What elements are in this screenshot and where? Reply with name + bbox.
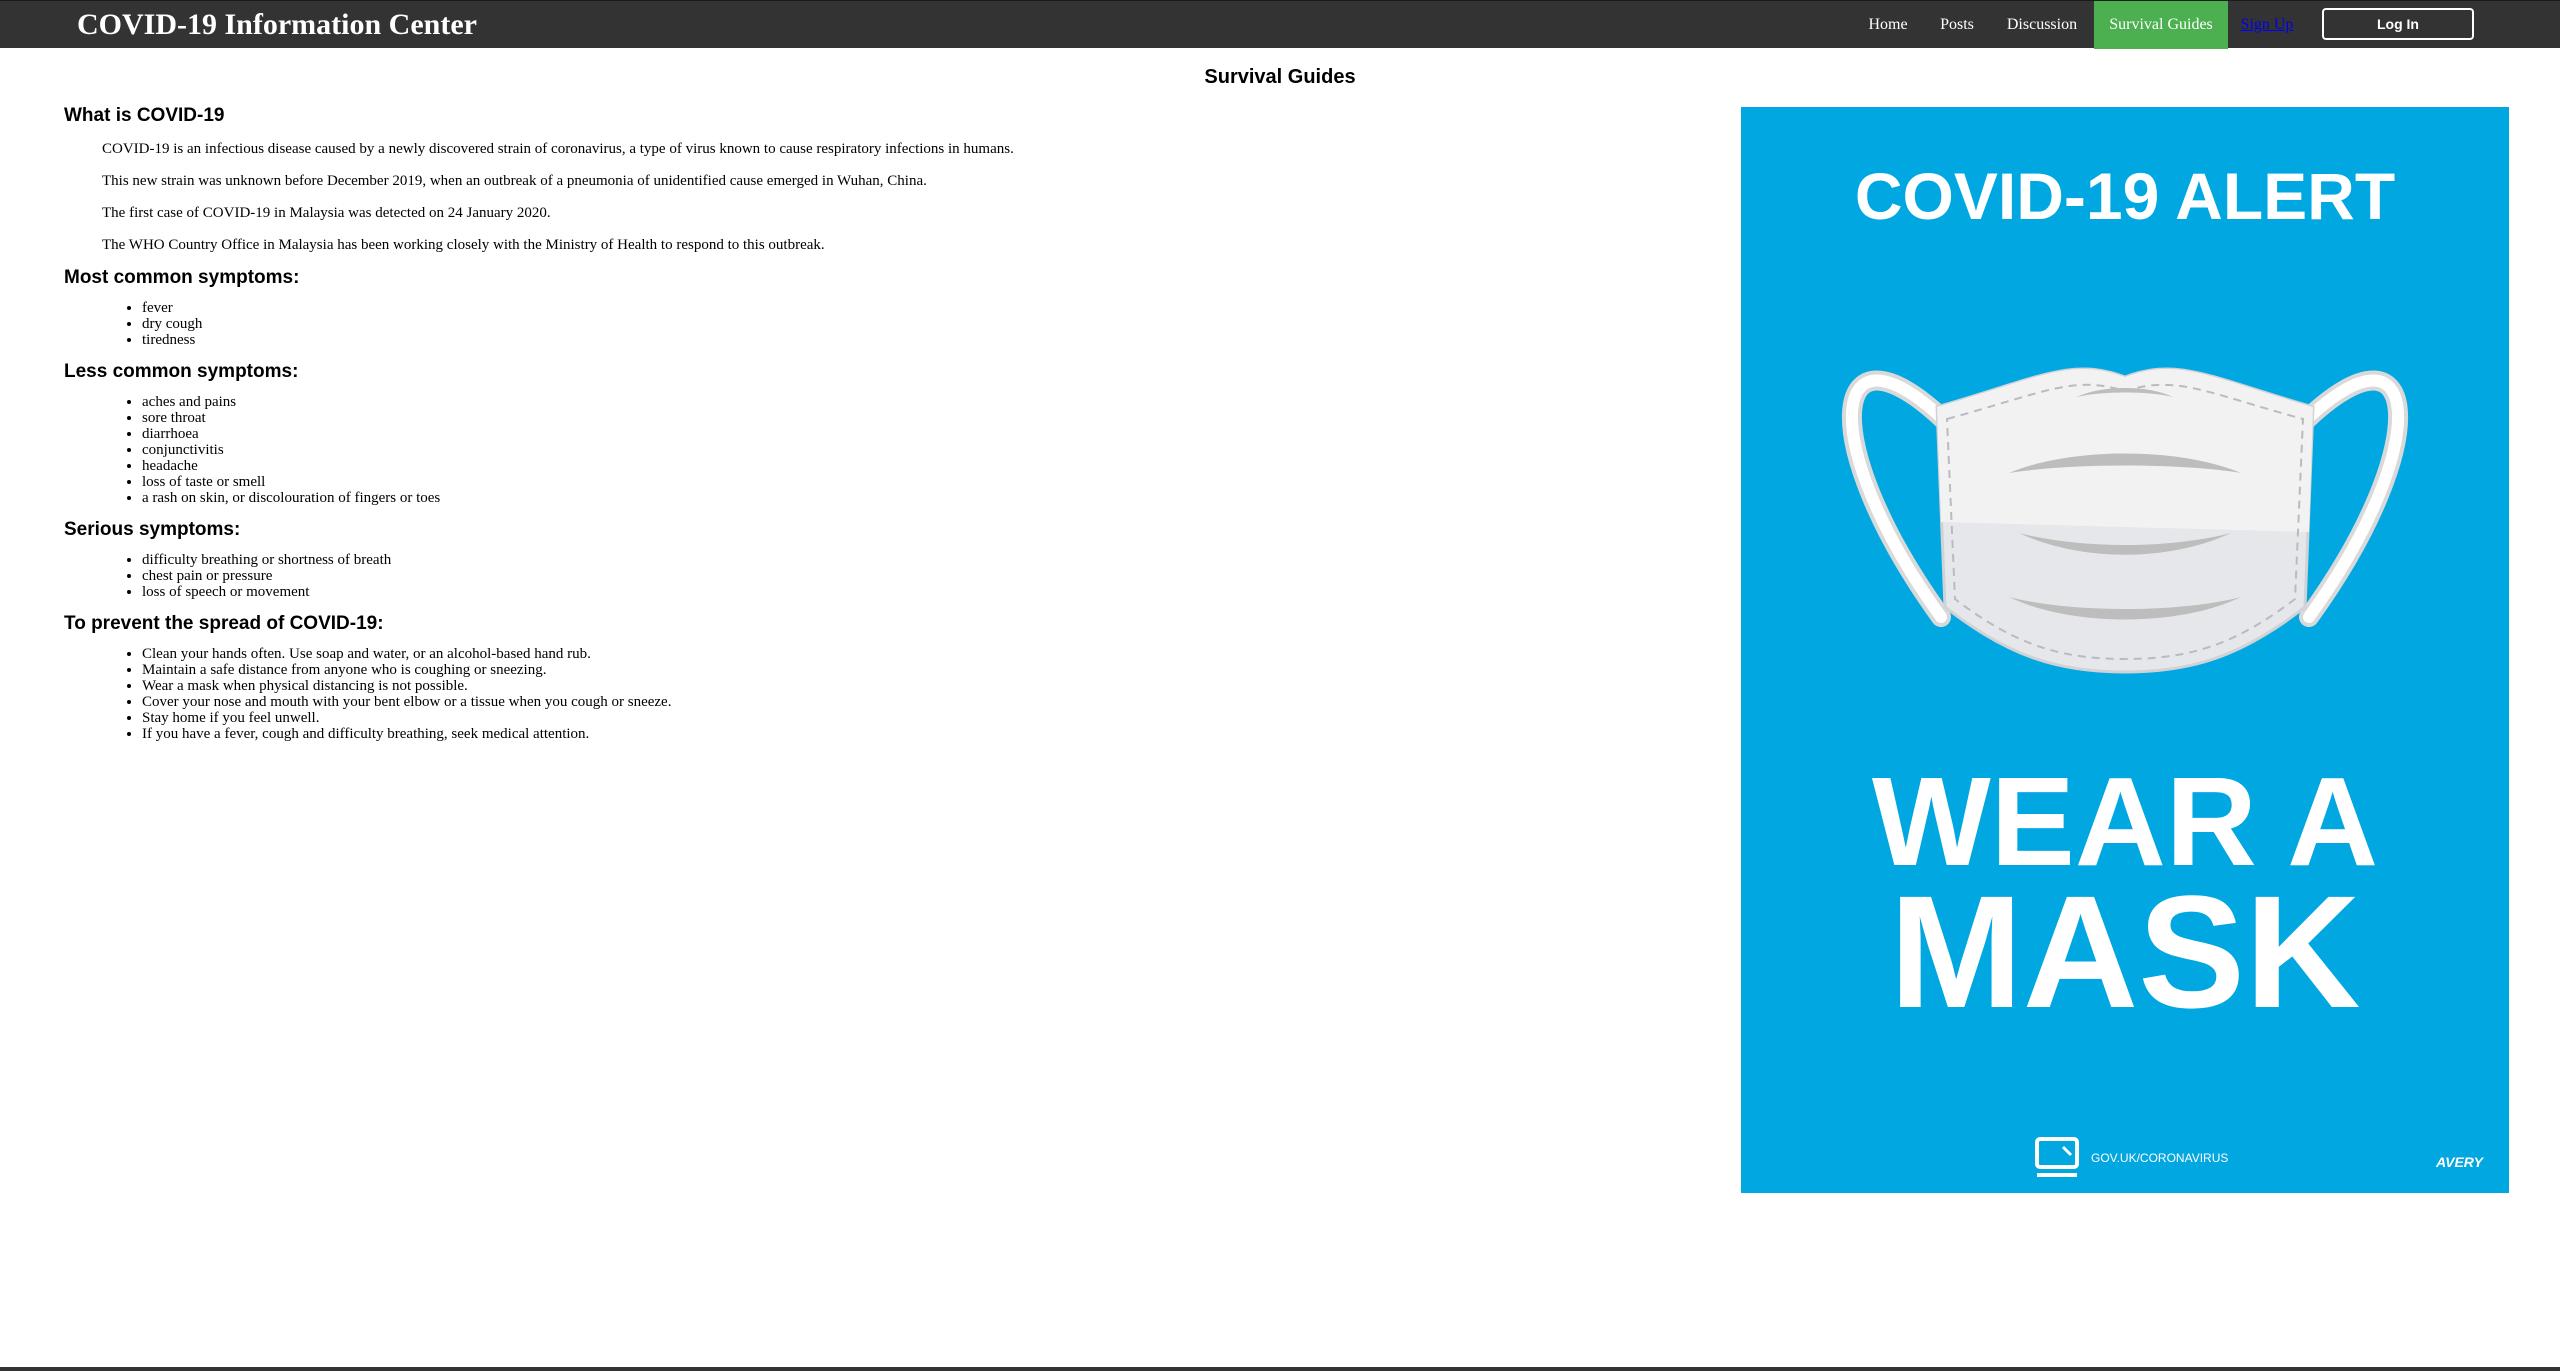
nav-discussion-link[interactable]: Discussion xyxy=(1990,1,2094,49)
list-item: loss of speech or movement xyxy=(142,584,1664,600)
list-item: difficulty breathing or shortness of bre… xyxy=(142,552,1664,568)
paragraph: The first case of COVID-19 in Malaysia w… xyxy=(102,205,551,221)
poster-artwork: COVID-19 ALERT WEAR A MASK GOV.UK/CORONA… xyxy=(1841,159,2485,1177)
section-heading-less-common-symptoms: Less common symptoms: xyxy=(64,361,299,382)
list-item: Stay home if you feel unwell. xyxy=(142,710,1664,726)
section-heading-common-symptoms: Most common symptoms: xyxy=(64,267,300,288)
poster-alert-title: COVID-19 ALERT xyxy=(1855,159,2395,233)
list-item: chest pain or pressure xyxy=(142,568,1664,584)
list-item: diarrhoea xyxy=(142,426,1664,442)
list-item: headache xyxy=(142,458,1664,474)
list-item: a rash on skin, or discolouration of fin… xyxy=(142,490,1664,506)
list-item: Maintain a safe distance from anyone who… xyxy=(142,662,1664,678)
wear-a-mask-poster: COVID-19 ALERT WEAR A MASK GOV.UK/CORONA… xyxy=(1741,107,2509,1193)
section-heading-prevention: To prevent the spread of COVID-19: xyxy=(64,613,384,634)
nav-posts-link[interactable]: Posts xyxy=(1924,1,1990,49)
avery-logo: AVERY xyxy=(2435,1154,2485,1170)
list-item: dry cough xyxy=(142,316,1664,332)
poster-url: GOV.UK/CORONAVIRUS xyxy=(2091,1151,2228,1165)
log-in-button[interactable]: Log In xyxy=(2322,8,2474,40)
nav-sign-up-link[interactable]: Sign Up xyxy=(2228,1,2306,49)
bottom-edge xyxy=(0,1367,2560,1371)
prevention-list: Clean your hands often. Use soap and wat… xyxy=(64,646,1664,742)
page-title: Survival Guides xyxy=(1204,66,1356,88)
list-item: loss of taste or smell xyxy=(142,474,1664,490)
serious-symptoms-list: difficulty breathing or shortness of bre… xyxy=(64,552,1664,600)
top-navigation-bar: COVID-19 Information Center Home Posts D… xyxy=(0,0,2560,49)
less-common-symptoms-list: aches and pains sore throat diarrhoea co… xyxy=(64,394,1664,506)
paragraph: This new strain was unknown before Decem… xyxy=(102,173,927,189)
common-symptoms-list: fever dry cough tiredness xyxy=(64,300,1664,348)
list-item: aches and pains xyxy=(142,394,1664,410)
list-item: Cover your nose and mouth with your bent… xyxy=(142,694,1664,710)
list-item: fever xyxy=(142,300,1664,316)
paragraph: The WHO Country Office in Malaysia has b… xyxy=(102,237,825,253)
guide-content: What is COVID-19 COVID-19 is an infectio… xyxy=(64,104,1664,742)
paragraph: COVID-19 is an infectious disease caused… xyxy=(102,141,1014,157)
list-item: If you have a fever, cough and difficult… xyxy=(142,726,1664,742)
section-heading-serious-symptoms: Serious symptoms: xyxy=(64,519,241,540)
computer-icon xyxy=(2035,1137,2079,1177)
site-title[interactable]: COVID-19 Information Center xyxy=(77,4,477,46)
list-item: sore throat xyxy=(142,410,1664,426)
face-mask-icon xyxy=(1841,367,2409,674)
nav-home-link[interactable]: Home xyxy=(1852,1,1924,49)
list-item: conjunctivitis xyxy=(142,442,1664,458)
poster-slogan-line2: MASK xyxy=(1889,862,2360,1041)
section-heading-what-is-covid: What is COVID-19 xyxy=(64,105,225,126)
list-item: Wear a mask when physical distancing is … xyxy=(142,678,1664,694)
nav-survival-guides-link[interactable]: Survival Guides xyxy=(2094,1,2228,49)
list-item: tiredness xyxy=(142,332,1664,348)
list-item: Clean your hands often. Use soap and wat… xyxy=(142,646,1664,662)
